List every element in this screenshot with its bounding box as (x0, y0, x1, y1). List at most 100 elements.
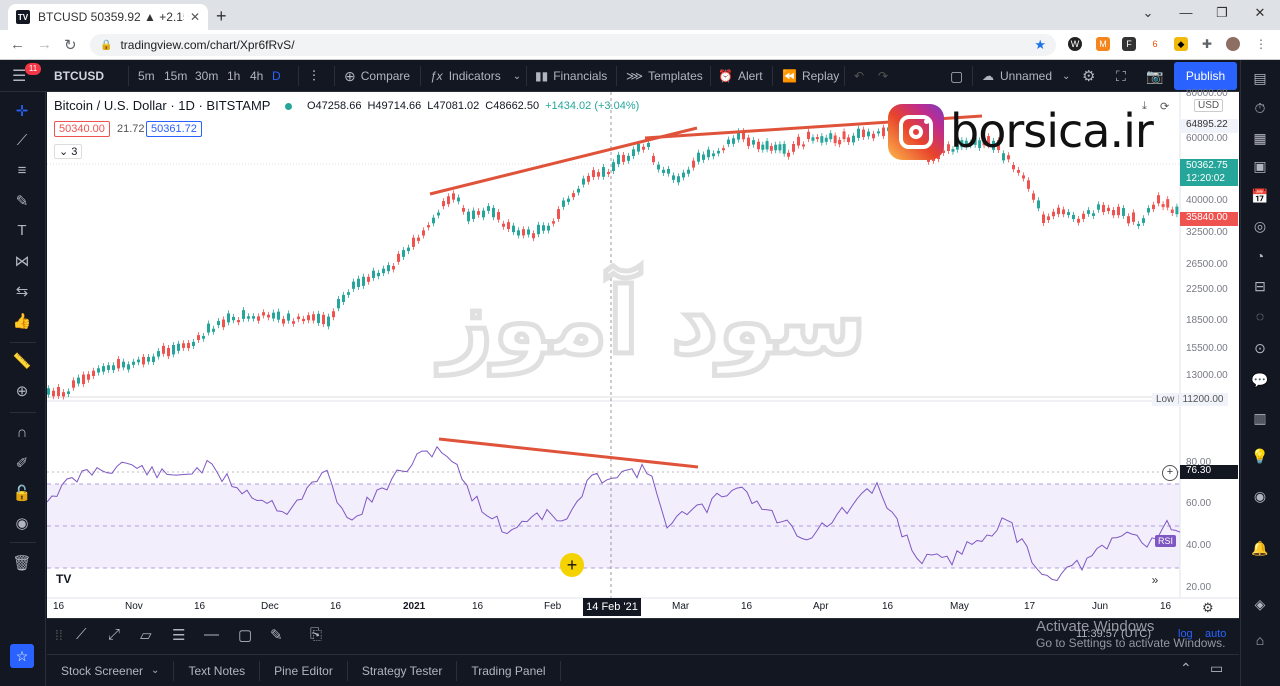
icons-thumb-icon[interactable]: 👍 (10, 312, 34, 332)
parallel-channel-icon[interactable]: ▱ (140, 626, 152, 644)
maximize-panel-icon[interactable]: ▭ (1210, 660, 1223, 677)
new-tab-button[interactable]: + (216, 6, 227, 27)
hotlist-icon[interactable]: ▣ (1250, 158, 1270, 178)
zoom-in-icon[interactable]: ⊕ (10, 382, 34, 402)
sell-button[interactable]: 50340.00 (54, 121, 110, 137)
tab-stock-screener[interactable]: Stock Screener ⌄ (47, 660, 175, 681)
tab-trading-panel[interactable]: Trading Panel (457, 660, 561, 681)
interval-d[interactable]: D (272, 60, 281, 92)
watchlist-icon[interactable]: ▤ (1250, 70, 1270, 90)
back-icon[interactable]: ← (10, 36, 25, 53)
streams-icon[interactable]: ◔ (1250, 248, 1270, 268)
settings-gear-icon[interactable]: ⚙ (1082, 60, 1095, 92)
messages-icon[interactable]: 💬 (1250, 372, 1270, 392)
scroll-to-realtime-icon[interactable]: » (1148, 574, 1162, 588)
extension-f-icon[interactable]: F (1122, 37, 1136, 51)
extension-g-icon[interactable]: 6 (1148, 37, 1162, 51)
magnet-icon[interactable]: ∩ (10, 424, 34, 444)
chart-type-candles-icon[interactable]: ⫶ (312, 60, 316, 92)
metamask-icon[interactable]: M (1096, 37, 1110, 51)
minimize-button[interactable]: — (1176, 5, 1196, 20)
main-menu-icon[interactable]: ☰ (12, 60, 26, 92)
bookmark-star-icon[interactable]: ★ (1034, 37, 1046, 53)
data-window-icon[interactable]: ▦ (1250, 130, 1270, 150)
close-tab-icon[interactable]: ✕ (190, 10, 200, 24)
browser-menu-icon[interactable]: ⋮ (1254, 37, 1268, 51)
tab-search-icon[interactable]: ⌄ (1138, 5, 1158, 21)
ruler-icon[interactable]: 📏 (10, 352, 34, 372)
favorites-star-icon[interactable]: ☆ (10, 644, 34, 668)
window-close-button[interactable]: ✕ (1250, 5, 1270, 21)
layout-grid-icon[interactable]: ▢ (950, 60, 963, 92)
reload-icon[interactable]: ↻ (64, 36, 77, 54)
crosshair-icon[interactable]: ✛ (10, 102, 34, 122)
layers-icon[interactable]: ◈ (1250, 596, 1270, 616)
indicators-button[interactable]: ƒx Indicators ⌄ (430, 60, 521, 92)
interval-15m[interactable]: 15m (164, 60, 187, 92)
interval-1h[interactable]: 1h (227, 60, 240, 92)
camera-icon[interactable]: 📷 (1146, 60, 1163, 92)
trendline-icon[interactable]: ⟋ (10, 132, 34, 152)
calendar-icon[interactable]: 📅 (1250, 188, 1270, 208)
maximize-button[interactable]: ❐ (1212, 5, 1232, 21)
compare-button[interactable]: ⊕ Compare (344, 60, 410, 92)
alerts-clock-icon[interactable]: ⏱ (1250, 100, 1270, 120)
auto-scale-toggle[interactable]: auto (1205, 628, 1226, 640)
object-tree-icon[interactable]: ⎘ (310, 626, 322, 643)
chat-icon[interactable]: ⊟ (1250, 278, 1270, 298)
layout-name-button[interactable]: ☁ Unnamed ⌄ (982, 60, 1070, 92)
drag-handle-icon[interactable]: ⁞⁞ (55, 627, 63, 643)
publish-button[interactable]: Publish (1174, 62, 1237, 90)
tab-pine-editor[interactable]: Pine Editor (260, 660, 348, 681)
axis-settings-gear-icon[interactable]: ⚙ (1202, 600, 1214, 616)
eye-icon[interactable]: ◉ (10, 514, 34, 534)
tab-text-notes[interactable]: Text Notes (174, 660, 261, 681)
fib-fav-icon[interactable]: ☰ (172, 626, 185, 644)
url-input[interactable]: 🔒 tradingview.com/chart/Xpr6fRvS/ ★ (90, 34, 1056, 56)
bell-icon[interactable]: 🔔 (1250, 540, 1270, 560)
brush-fav-icon[interactable]: ✎ (270, 626, 283, 644)
utc-clock[interactable]: 11:39:57 (UTC) (1076, 628, 1151, 640)
buy-button[interactable]: 50361.72 (146, 121, 202, 137)
undo-icon[interactable]: ↶ (854, 60, 864, 92)
browser-tab[interactable]: TV BTCUSD 50359.92 ▲ +2.15% Unn ✕ (8, 4, 208, 30)
pine-icon[interactable]: ⌂ (1250, 632, 1270, 652)
ray-fav-icon[interactable]: ⤢ (108, 626, 120, 643)
horizontal-line-icon[interactable]: — (204, 626, 219, 643)
binance-icon[interactable]: ◆ (1174, 37, 1188, 51)
text-tool-icon[interactable]: T (10, 222, 34, 242)
replay-button[interactable]: ⏪ Replay (782, 60, 839, 92)
calculator-icon[interactable]: ▥ (1250, 410, 1270, 430)
lightbulb-icon[interactable]: 💡 (1250, 448, 1270, 468)
interval-5m[interactable]: 5m (138, 60, 155, 92)
add-alert-plus-icon[interactable]: + (1162, 465, 1178, 481)
pencil-lock-icon[interactable]: ✐ (10, 454, 34, 474)
financials-button[interactable]: ▮▮ Financials (535, 60, 607, 92)
trash-icon[interactable]: 🗑 (10, 554, 34, 574)
brush-icon[interactable]: ✎ (10, 192, 34, 212)
alert-button[interactable]: ⏰ Alert (718, 60, 763, 92)
symbol-legend-title[interactable]: Bitcoin / U.S. Dollar · 1D · BITSTAMP (54, 98, 270, 113)
interval-4h[interactable]: 4h (250, 60, 263, 92)
extension-w-icon[interactable]: W (1068, 37, 1082, 51)
rectangle-icon[interactable]: ▢ (238, 626, 252, 644)
symbol-search[interactable]: BTCUSD (54, 60, 104, 92)
prediction-icon[interactable]: ⇆ (10, 282, 34, 302)
fullscreen-icon[interactable]: ⛶ (1116, 60, 1126, 92)
notifications-icon[interactable]: ◌ (1250, 308, 1270, 328)
log-scale-toggle[interactable]: log (1178, 628, 1193, 640)
help-icon[interactable]: ⊙ (1250, 340, 1270, 360)
ideas-icon[interactable]: ◎ (1250, 218, 1270, 238)
refresh-icon[interactable]: ⟳ (1160, 100, 1169, 113)
interval-30m[interactable]: 30m (195, 60, 218, 92)
fib-icon[interactable]: ≡ (10, 162, 34, 182)
pattern-icon[interactable]: ⋈ (10, 252, 34, 272)
collapse-panel-icon[interactable]: ⌃ (1180, 660, 1192, 677)
extensions-puzzle-icon[interactable]: ✚ (1200, 37, 1214, 51)
redo-icon[interactable]: ↷ (878, 60, 888, 92)
templates-button[interactable]: ⋙ Templates (626, 60, 703, 92)
trendline-fav-icon[interactable]: ⟋ (76, 626, 87, 643)
profile-avatar[interactable] (1226, 37, 1240, 51)
tab-strategy-tester[interactable]: Strategy Tester (348, 660, 458, 681)
collapse-indicators-button[interactable]: ⌄ 3 (54, 144, 83, 159)
